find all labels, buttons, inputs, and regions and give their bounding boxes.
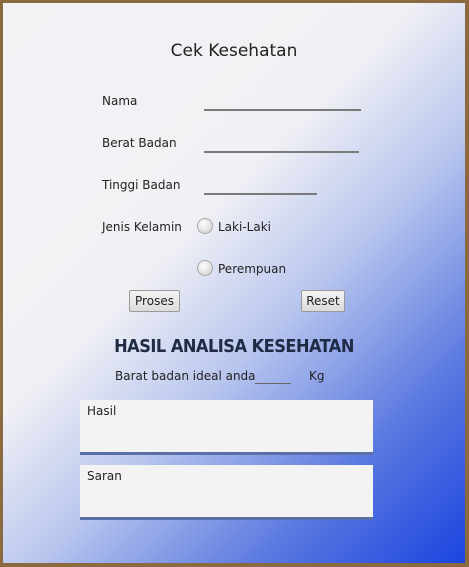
proses-button[interactable]: Proses [129, 290, 180, 312]
berat-badan-label: Berat Badan [102, 136, 177, 150]
form-title: Cek Kesehatan [170, 41, 298, 61]
window-content: Cek Kesehatan Nama Berat Badan Tinggi Ba… [3, 3, 465, 563]
tinggi-badan-input[interactable] [204, 179, 317, 195]
berat-badan-input[interactable] [204, 137, 359, 153]
radio-perempuan-label: Perempuan [218, 262, 287, 276]
hasil-textarea[interactable]: Hasil [80, 400, 373, 455]
nama-label: Nama [102, 94, 138, 108]
ideal-weight-label: Barat badan ideal anda [115, 369, 256, 383]
hasil-label: Hasil [87, 404, 117, 418]
ideal-weight-value [255, 369, 291, 384]
tinggi-badan-label: Tinggi Badan [102, 178, 181, 192]
reset-button[interactable]: Reset [301, 290, 345, 312]
radio-laki-laki[interactable] [197, 218, 213, 234]
nama-input[interactable] [204, 95, 361, 111]
radio-perempuan[interactable] [197, 260, 213, 276]
result-heading: HASIL ANALISA KESEHATAN [114, 336, 354, 357]
saran-textarea[interactable]: Saran [80, 465, 373, 520]
saran-label: Saran [87, 469, 122, 483]
radio-laki-laki-label: Laki-Laki [218, 220, 271, 234]
ideal-weight-unit: Kg [309, 369, 325, 383]
jenis-kelamin-label: Jenis Kelamin [102, 220, 182, 234]
